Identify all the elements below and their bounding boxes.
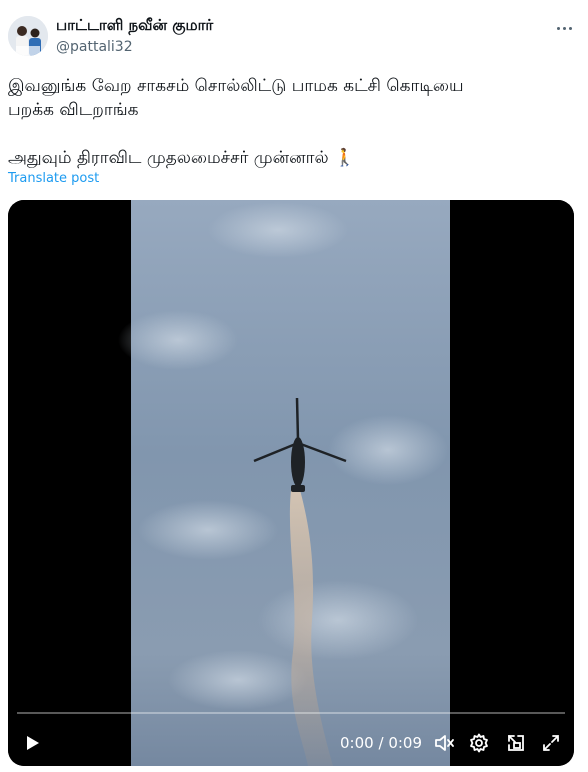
mute-icon[interactable]	[432, 731, 456, 755]
post-line-2: பறக்க விடறாங்க	[8, 100, 139, 120]
duration: 0:09	[388, 734, 422, 752]
post-line-3: அதுவும் திராவிட முதலமைச்சர் முன்னால்	[8, 148, 329, 168]
post-line-3-wrap: அதுவும் திராவிட முதலமைச்சர் முன்னால் 🚶	[8, 146, 568, 170]
time-separator: /	[378, 734, 384, 752]
video-controls: 0:00 / 0:09	[8, 720, 574, 766]
post-line-1: இவனுங்க வேற சாகசம் சொல்லிட்டு பாமக கட்சி…	[8, 76, 464, 96]
current-time: 0:00	[340, 734, 374, 752]
video-time: 0:00 / 0:09	[340, 734, 422, 752]
progress-bar[interactable]	[17, 712, 565, 714]
author-name[interactable]: பாட்டாளி நவீன் குமார்	[56, 16, 213, 36]
translate-post-link[interactable]: Translate post	[8, 171, 99, 186]
pip-icon[interactable]	[504, 731, 528, 755]
avatar[interactable]	[8, 16, 48, 56]
settings-icon[interactable]	[467, 731, 491, 755]
video-player[interactable]: 0:00 / 0:09	[8, 200, 574, 766]
post-text: இவனுங்க வேற சாகசம் சொல்லிட்டு பாமக கட்சி…	[8, 74, 568, 170]
more-icon[interactable]	[552, 18, 576, 38]
walking-emoji: 🚶	[334, 148, 356, 168]
video-frame	[8, 200, 574, 766]
author-handle[interactable]: @pattali32	[56, 39, 133, 55]
fullscreen-icon[interactable]	[539, 731, 563, 755]
play-icon[interactable]	[20, 731, 44, 755]
